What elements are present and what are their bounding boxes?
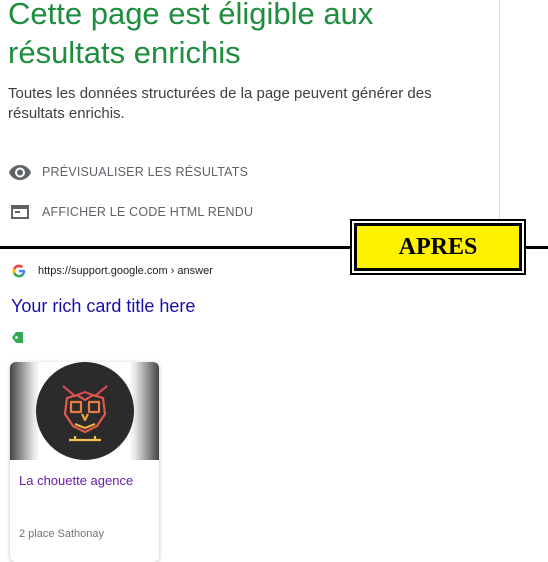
after-banner-label: APRES xyxy=(398,233,478,260)
result-title-link[interactable]: Your rich card title here xyxy=(11,296,195,317)
view-rendered-html-button[interactable]: AFFICHER LE CODE HTML RENDU xyxy=(8,200,253,224)
view-rendered-html-label: AFFICHER LE CODE HTML RENDU xyxy=(42,205,254,219)
eye-icon xyxy=(8,160,32,184)
owl-logo-icon xyxy=(36,362,134,460)
google-g-icon xyxy=(12,264,26,278)
card-address: 2 place Sathonay xyxy=(19,528,105,540)
card-business-name: La chouette agence xyxy=(19,473,134,488)
page-description: Toutes les données structurées de la pag… xyxy=(8,85,432,122)
result-url-text: https://support.google.com › answer xyxy=(38,265,213,277)
page-title: Cette page est éligible aux résultats en… xyxy=(8,0,374,70)
rich-result-card[interactable]: La chouette agence 2 place Sathonay xyxy=(10,362,159,562)
panel-divider xyxy=(499,0,500,236)
green-tag-icon xyxy=(12,332,23,343)
test-results-panel: Cette page est éligible aux résultats en… xyxy=(0,0,548,248)
result-url: https://support.google.com › answer xyxy=(12,264,213,278)
after-banner: APRES xyxy=(352,221,524,273)
preview-results-button[interactable]: PRÉVISUALISER LES RÉSULTATS xyxy=(8,160,248,184)
preview-results-label: PRÉVISUALISER LES RÉSULTATS xyxy=(42,165,249,179)
code-window-icon xyxy=(8,200,32,224)
